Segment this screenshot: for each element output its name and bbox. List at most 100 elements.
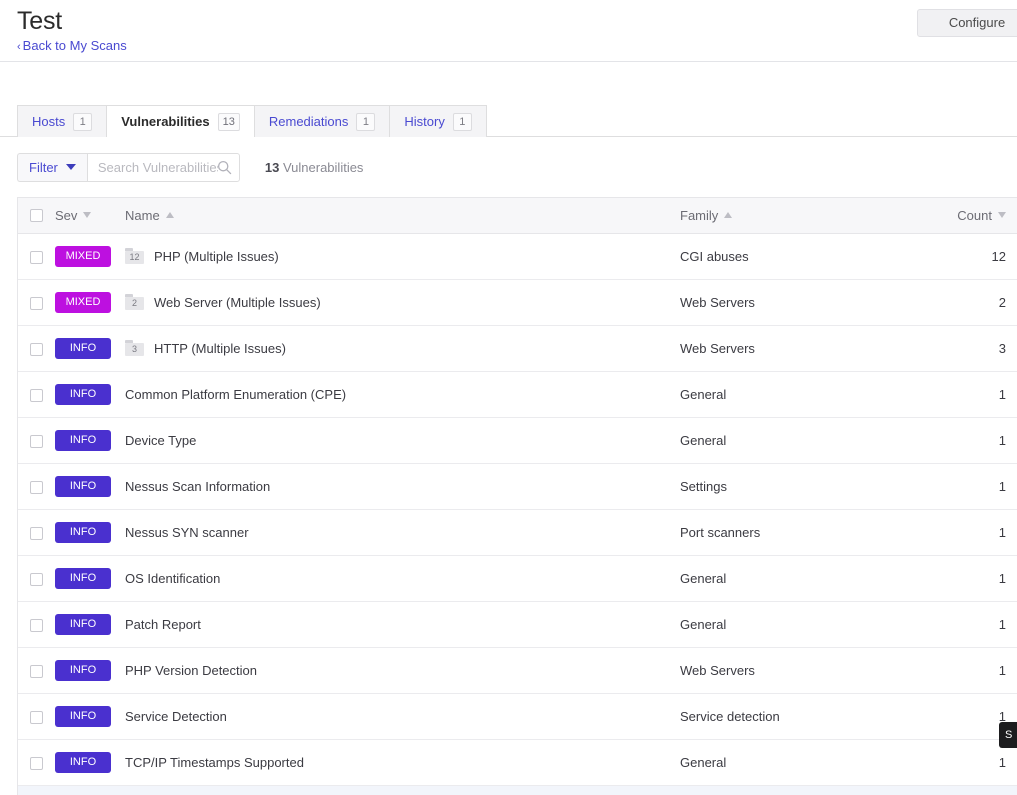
table-row[interactable]: INFOOS IdentificationGeneral1 bbox=[18, 555, 1017, 601]
row-checkbox[interactable] bbox=[30, 665, 43, 678]
tab-hosts[interactable]: Hosts 1 bbox=[17, 105, 106, 137]
table-row[interactable]: INFOPHP Version DetectionWeb Servers1 bbox=[18, 647, 1017, 693]
severity-cell: INFO bbox=[55, 555, 125, 601]
tab-remediations-count: 1 bbox=[356, 113, 375, 131]
name-cell[interactable]: 2 Web Server (Multiple Issues) bbox=[125, 279, 680, 325]
row-checkbox-cell[interactable] bbox=[18, 647, 55, 693]
name-cell[interactable]: Nessus Scan Information bbox=[125, 463, 680, 509]
status-badge[interactable]: INFO bbox=[55, 384, 111, 405]
vulnerability-name-link[interactable]: Device Type bbox=[125, 433, 196, 448]
status-badge[interactable]: MIXED bbox=[55, 292, 111, 313]
name-cell[interactable]: Device Type bbox=[125, 417, 680, 463]
table-row[interactable]: INFONessus Scan InformationSettings1 bbox=[18, 463, 1017, 509]
row-checkbox-cell[interactable] bbox=[18, 693, 55, 739]
status-badge[interactable]: INFO bbox=[55, 752, 111, 773]
row-checkbox-cell[interactable] bbox=[18, 279, 55, 325]
column-header-count[interactable]: Count bbox=[925, 198, 1017, 233]
row-checkbox[interactable] bbox=[30, 297, 43, 310]
name-cell[interactable]: OS Identification bbox=[125, 555, 680, 601]
status-badge[interactable]: INFO bbox=[55, 660, 111, 681]
vulnerability-name-link[interactable]: OS Identification bbox=[125, 571, 220, 586]
row-checkbox-cell[interactable] bbox=[18, 601, 55, 647]
name-cell[interactable]: Nessus SYN scanner bbox=[125, 509, 680, 555]
row-checkbox-cell[interactable] bbox=[18, 417, 55, 463]
vulnerability-name-link[interactable]: Service Detection bbox=[125, 709, 227, 724]
status-badge[interactable]: INFO bbox=[55, 522, 111, 543]
row-checkbox[interactable] bbox=[30, 435, 43, 448]
name-cell[interactable]: 12PHP (Multiple Issues) bbox=[125, 233, 680, 279]
name-cell[interactable]: Common Platform Enumeration (CPE) bbox=[125, 371, 680, 417]
search-box[interactable] bbox=[87, 153, 240, 182]
back-link-label: Back to My Scans bbox=[23, 38, 127, 53]
row-checkbox-cell[interactable] bbox=[18, 509, 55, 555]
column-header-select-all[interactable] bbox=[18, 198, 55, 233]
column-header-name[interactable]: Name bbox=[125, 198, 680, 233]
row-checkbox[interactable] bbox=[30, 527, 43, 540]
vulnerability-name-link[interactable]: Web Server (Multiple Issues) bbox=[154, 295, 321, 310]
row-checkbox[interactable] bbox=[30, 251, 43, 264]
name-cell[interactable]: TCP/IP Timestamps Supported bbox=[125, 739, 680, 785]
table-row[interactable]: INFODevice TypeGeneral1 bbox=[18, 417, 1017, 463]
status-badge[interactable]: INFO bbox=[55, 568, 111, 589]
family-cell: Web Servers bbox=[680, 647, 925, 693]
vulnerability-name-link[interactable]: Common Platform Enumeration (CPE) bbox=[125, 387, 346, 402]
row-checkbox[interactable] bbox=[30, 757, 43, 770]
table-row[interactable]: MIXED 2 Web Server (Multiple Issues)Web Se… bbox=[18, 279, 1017, 325]
back-to-my-scans-link[interactable]: ‹Back to My Scans bbox=[17, 38, 127, 55]
name-cell[interactable]: PHP Version Detection bbox=[125, 647, 680, 693]
vulnerability-name-link[interactable]: Patch Report bbox=[125, 617, 201, 632]
vulnerability-name-link[interactable]: TCP/IP Timestamps Supported bbox=[125, 755, 304, 770]
column-header-sev[interactable]: Sev bbox=[55, 198, 125, 233]
name-cell[interactable]: 3HTTP (Multiple Issues) bbox=[125, 325, 680, 371]
table-row[interactable]: INFOPatch ReportGeneral1 bbox=[18, 601, 1017, 647]
vulnerability-name-link[interactable]: PHP Version Detection bbox=[125, 663, 257, 678]
row-checkbox-cell[interactable] bbox=[18, 325, 55, 371]
status-badge[interactable]: INFO bbox=[55, 338, 111, 359]
status-badge[interactable]: INFO bbox=[55, 706, 111, 727]
table-row[interactable]: INFONessus SYN scannerPort scanners1 bbox=[18, 509, 1017, 555]
table-row[interactable]: INFOService DetectionService detection1 bbox=[18, 693, 1017, 739]
tab-remediations[interactable]: Remediations 1 bbox=[255, 105, 390, 137]
table-row[interactable]: INFOCommon Platform Enumeration (CPE)Gen… bbox=[18, 371, 1017, 417]
tab-vulnerabilities[interactable]: Vulnerabilities 13 bbox=[106, 105, 255, 137]
tab-hosts-label: Hosts bbox=[32, 114, 65, 129]
row-checkbox[interactable] bbox=[30, 389, 43, 402]
tab-history[interactable]: History 1 bbox=[389, 105, 486, 137]
row-checkbox[interactable] bbox=[30, 343, 43, 356]
row-checkbox-cell[interactable] bbox=[18, 739, 55, 785]
count-cell: 1 bbox=[925, 785, 1017, 795]
page-title: Test bbox=[17, 6, 1017, 36]
row-checkbox-cell[interactable] bbox=[18, 463, 55, 509]
status-badge[interactable]: INFO bbox=[55, 430, 111, 451]
select-all-checkbox[interactable] bbox=[30, 209, 43, 222]
severity-cell: INFO bbox=[55, 647, 125, 693]
table-row[interactable]: MIXED12PHP (Multiple Issues)CGI abuses12 bbox=[18, 233, 1017, 279]
status-badge[interactable]: MIXED bbox=[55, 246, 111, 267]
row-checkbox[interactable] bbox=[30, 573, 43, 586]
column-header-family[interactable]: Family bbox=[680, 198, 925, 233]
row-checkbox-cell[interactable] bbox=[18, 233, 55, 279]
search-input[interactable] bbox=[96, 159, 220, 176]
status-badge[interactable]: INFO bbox=[55, 476, 111, 497]
folder-count-label: 2 bbox=[125, 297, 144, 310]
name-cell[interactable]: Service Detection bbox=[125, 693, 680, 739]
row-checkbox-cell[interactable] bbox=[18, 785, 55, 795]
status-badge[interactable]: INFO bbox=[55, 614, 111, 635]
vulnerability-name-link[interactable]: Nessus Scan Information bbox=[125, 479, 270, 494]
row-checkbox[interactable] bbox=[30, 619, 43, 632]
table-row[interactable]: INFOTCP/IP Timestamps SupportedGeneral1 bbox=[18, 739, 1017, 785]
row-checkbox-cell[interactable] bbox=[18, 371, 55, 417]
vulnerability-name-link[interactable]: PHP (Multiple Issues) bbox=[154, 249, 279, 264]
row-checkbox-cell[interactable] bbox=[18, 555, 55, 601]
configure-button[interactable]: Configure bbox=[917, 9, 1017, 37]
filter-button[interactable]: Filter bbox=[17, 153, 87, 182]
name-cell[interactable]: Patch Report bbox=[125, 601, 680, 647]
table-row[interactable]: INFOTraceroute InformationGeneral1 bbox=[18, 785, 1017, 795]
row-checkbox[interactable] bbox=[30, 711, 43, 724]
table-row[interactable]: INFO3HTTP (Multiple Issues)Web Servers3 bbox=[18, 325, 1017, 371]
row-checkbox[interactable] bbox=[30, 481, 43, 494]
vulnerability-name-link[interactable]: Nessus SYN scanner bbox=[125, 525, 249, 540]
vulnerability-name-link[interactable]: HTTP (Multiple Issues) bbox=[154, 341, 286, 356]
filter-button-label: Filter bbox=[29, 160, 58, 175]
name-cell[interactable]: Traceroute Information bbox=[125, 785, 680, 795]
